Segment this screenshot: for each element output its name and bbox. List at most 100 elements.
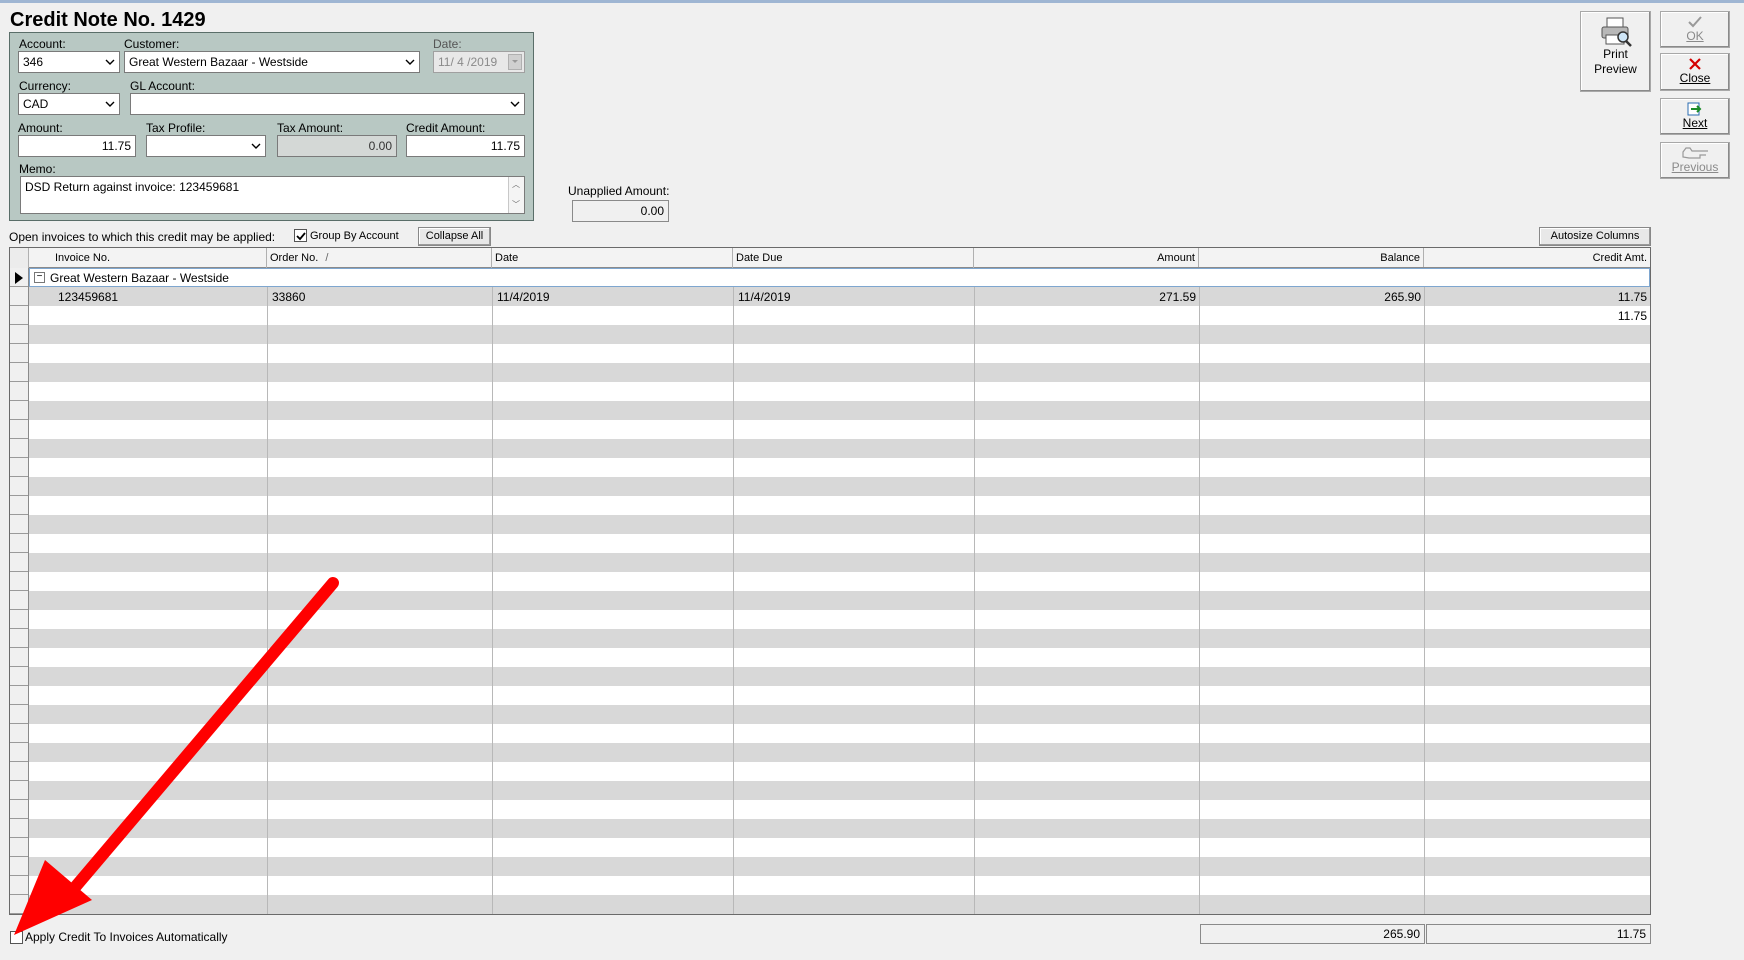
col-divider (1424, 268, 1425, 914)
unapplied-amount-label: Unapplied Amount: (568, 184, 670, 198)
row-selector-cell[interactable] (10, 553, 28, 572)
row-selector-cell[interactable] (10, 401, 28, 420)
row-selector-cell[interactable] (10, 705, 28, 724)
autosize-columns-button[interactable]: Autosize Columns (1539, 227, 1651, 246)
row-selector-cell[interactable] (10, 876, 28, 895)
row-selector-cell[interactable] (10, 477, 28, 496)
col-credit-amt[interactable]: Credit Amt. (1424, 248, 1650, 267)
row-selector-cell[interactable] (10, 667, 28, 686)
row-selector-cell[interactable] (10, 306, 28, 325)
cell-order-no: 33860 (272, 290, 306, 304)
row-selector-cell[interactable] (10, 325, 28, 344)
group-row[interactable]: − Great Western Bazaar - Westside (29, 268, 1650, 287)
row-selector-cell[interactable] (10, 591, 28, 610)
currency-value: CAD (23, 97, 49, 111)
gl-account-select[interactable] (130, 93, 525, 115)
col-invoice-no[interactable]: Invoice No. (29, 248, 267, 268)
row-selector-cell[interactable] (10, 496, 28, 515)
apply-credit-automatically-checkbox[interactable] (10, 931, 23, 944)
date-picker[interactable]: 11/ 4 /2019 (433, 51, 525, 73)
row-selector-cell[interactable] (10, 743, 28, 762)
row-selector-cell[interactable] (10, 515, 28, 534)
currency-select[interactable]: CAD (18, 93, 120, 115)
memo-textarea[interactable]: DSD Return against invoice: 123459681 ︿ … (20, 176, 525, 214)
date-label: Date: (433, 37, 462, 51)
gl-account-label: GL Account: (130, 79, 195, 93)
next-button[interactable]: Next (1660, 98, 1730, 135)
memo-scrollbar[interactable]: ︿ ﹀ (508, 177, 524, 213)
collapse-group-icon[interactable]: − (34, 272, 45, 283)
grid-row-background (29, 458, 1650, 477)
print-preview-button[interactable]: Print Preview (1580, 11, 1651, 92)
scroll-up-icon[interactable]: ︿ (512, 179, 520, 190)
credit-amount-input[interactable]: 11.75 (406, 135, 525, 157)
col-date[interactable]: Date (492, 248, 733, 268)
row-selector-cell[interactable] (10, 534, 28, 553)
row-selector-cell[interactable] (10, 895, 28, 914)
row-selector-cell[interactable] (10, 382, 28, 401)
col-balance[interactable]: Balance (1199, 248, 1424, 267)
grid-row-background (29, 800, 1650, 819)
row-selector-cell[interactable] (10, 838, 28, 857)
row-selector-cell[interactable] (10, 287, 28, 306)
print-preview-line1: Print (1603, 47, 1628, 61)
row-selector-cell[interactable] (10, 629, 28, 648)
grid-row-background (29, 420, 1650, 439)
grid-body (29, 268, 1650, 914)
col-amount[interactable]: Amount (974, 248, 1199, 267)
row-selector-cell[interactable] (10, 610, 28, 629)
col-divider (974, 268, 975, 914)
grid-row-background (29, 724, 1650, 743)
grid-row-background (29, 439, 1650, 458)
checkmark-icon (1688, 16, 1702, 28)
row-selector-cell[interactable] (10, 344, 28, 363)
row-selector-cell[interactable] (10, 420, 28, 439)
close-button[interactable]: Close (1660, 53, 1730, 91)
grid-row-background (29, 838, 1650, 857)
grid-row-background (29, 344, 1650, 363)
cell-credit-amt[interactable]: 11.75 (1424, 288, 1650, 307)
grid-row-background (29, 667, 1650, 686)
row-selector-cell[interactable] (10, 648, 28, 667)
grid-row-background (29, 496, 1650, 515)
row-selector-cell[interactable] (10, 572, 28, 591)
memo-label: Memo: (19, 162, 56, 176)
row-selector-cell[interactable] (10, 800, 28, 819)
scroll-down-icon[interactable]: ﹀ (512, 199, 520, 210)
grid-row-background (29, 686, 1650, 705)
row-selector-cell[interactable] (10, 857, 28, 876)
row-selector-cell[interactable] (10, 363, 28, 382)
grid-row-background (29, 895, 1650, 914)
row-selector-cell[interactable] (10, 781, 28, 800)
row-selector-cell[interactable] (10, 762, 28, 781)
row-selector-cell[interactable] (10, 819, 28, 838)
customer-value: Great Western Bazaar - Westside (129, 55, 308, 69)
amount-label: Amount: (18, 121, 63, 135)
chevron-down-icon (250, 140, 262, 152)
col-order-no[interactable]: Order No. / (267, 248, 492, 268)
row-selector-cell[interactable] (10, 439, 28, 458)
account-select[interactable]: 346 (18, 51, 120, 73)
group-by-account-checkbox[interactable] (294, 229, 307, 242)
memo-value: DSD Return against invoice: 123459681 (25, 180, 240, 194)
grid-row-background (29, 534, 1650, 553)
ok-button[interactable]: OK (1660, 11, 1730, 48)
row-selector-cell[interactable] (10, 686, 28, 705)
cell-amount: 271.59 (1159, 290, 1196, 304)
account-label: Account: (19, 37, 66, 51)
previous-button[interactable]: Previous (1660, 142, 1730, 179)
row-selector-cell[interactable] (10, 724, 28, 743)
previous-label: Previous (1671, 160, 1719, 174)
grid-row-background (29, 743, 1650, 762)
customer-select[interactable]: Great Western Bazaar - Westside (124, 51, 420, 73)
grid-header: Invoice No. Order No. / Date Date Due Am… (10, 248, 1650, 268)
row-selector-cell[interactable] (10, 458, 28, 477)
collapse-all-button[interactable]: Collapse All (418, 227, 491, 246)
close-icon (1689, 58, 1701, 70)
grid-row-background (29, 629, 1650, 648)
open-invoices-label: Open invoices to which this credit may b… (9, 230, 276, 244)
tax-profile-select[interactable] (146, 135, 266, 157)
col-order-no-label: Order No. (270, 252, 319, 264)
col-date-due[interactable]: Date Due (733, 248, 974, 268)
amount-input[interactable]: 11.75 (18, 135, 136, 157)
